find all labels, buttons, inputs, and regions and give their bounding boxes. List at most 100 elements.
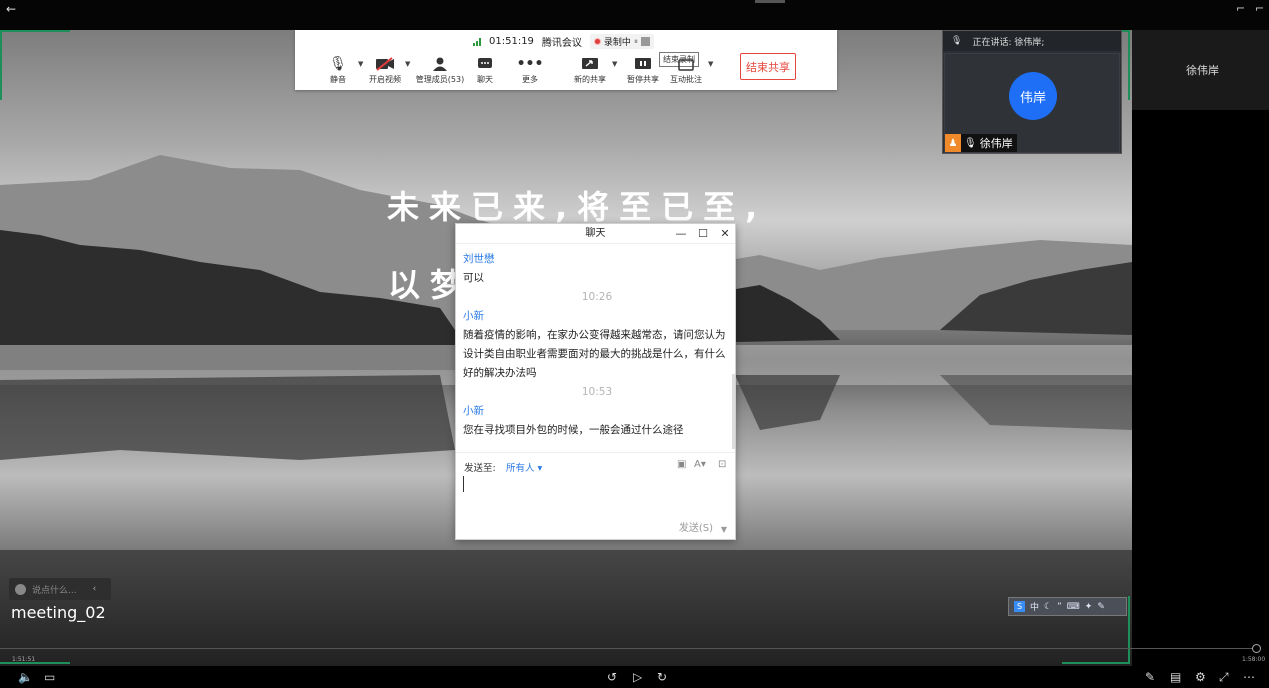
close-icon[interactable]: ✕ [715,224,735,244]
speaker-panel: 🎙 正在讲话: 徐伟岸; 伟岸 ♟ 🎙 徐伟岸 [942,30,1122,154]
current-time: 1:51:51 [12,656,36,663]
forward-icon[interactable]: ↻ [657,670,667,684]
speaking-label: 正在讲话: 徐伟岸; [972,37,1045,48]
microphone-icon: 🎙 [964,137,977,149]
start-video-button[interactable]: 开启视频 [359,54,411,85]
meeting-status: 01:51:19 腾讯会议 录制中 ⏸ [473,34,654,49]
message-time: 10:26 [581,291,613,303]
screenshot-icon[interactable]: ⊡ [718,459,726,470]
message-text: 可以 [463,272,484,284]
total-time: 1:58:00 [1242,656,1266,663]
end-share-button[interactable]: 结束共享 [740,53,796,80]
host-icon: ♟ [945,134,961,152]
pen-icon[interactable]: ✎ [1145,670,1155,684]
mute-button[interactable]: 🎙 静音 [312,54,364,85]
more-icon[interactable]: ⋯ [1243,670,1255,684]
settings-icon[interactable]: ⚙ [1195,670,1206,684]
ime-chinese-icon[interactable]: 中 [1030,600,1039,613]
progress-knob[interactable] [1252,644,1261,653]
ime-punct-icon[interactable]: ” [1057,602,1062,612]
message-sender: 刘世懋 [463,253,495,265]
minimize-icon[interactable]: — [671,224,691,244]
video-off-icon [359,54,411,74]
reaction-placeholder: 说点什么... [32,585,77,596]
pause-recording-icon[interactable]: ⏸ [634,37,638,47]
reaction-input[interactable]: 说点什么... ‹ [9,578,111,600]
message-sender: 小新 [463,405,484,417]
image-icon[interactable]: ▣ [677,459,686,470]
chat-message-list: 刘世懋 可以 10:26 小新 随着疫情的影响，在家办公变得越来越常态，请问您认… [463,250,731,440]
ime-logo-icon[interactable]: S [1014,601,1025,612]
share-frame-corner [0,30,70,32]
share-frame-corner [1062,662,1130,664]
text-caret [463,476,464,492]
play-icon[interactable]: ▷ [633,670,642,684]
drag-handle[interactable] [755,0,785,3]
ime-toolbar[interactable]: S 中 ☾ ” ⌨ ✦ ✎ [1008,597,1127,616]
chat-title: 聊天 [585,228,606,239]
share-icon [564,54,616,74]
video-player: ← ⌐ ⌐ 未来已来,将至已至, 以梦 01:51:19 腾讯会议 录制中 ⏸ … [0,0,1269,688]
recording-indicator: 录制中 ⏸ [589,34,654,49]
microphone-icon: 🎙 [951,36,963,46]
chat-window: 聊天 — ☐ ✕ 刘世懋 可以 10:26 小新 随着疫情的影响，在家办公变得越… [455,223,736,540]
ime-skin-icon[interactable]: ✦ [1085,602,1093,612]
subtitle-icon[interactable]: ▤ [1170,670,1181,684]
chevron-down-icon[interactable]: ▼ [708,60,713,68]
close-window-icon[interactable]: ⌐ [1255,2,1264,15]
send-to-select[interactable]: 所有人 ▾ [506,460,542,474]
message-time: 10:53 [581,386,613,398]
message-text: 随着疫情的影响，在家办公变得越来越常态，请问您认为设计类自由职业者需要面对的最大… [463,329,726,379]
ime-keyboard-icon[interactable]: ⌨ [1067,602,1080,612]
meeting-name: meeting_02 [11,603,106,622]
screen-icon[interactable]: ▭ [44,670,55,684]
participant-tile[interactable]: 徐伟岸 [1132,30,1269,110]
volume-icon[interactable]: 🔈 [18,670,33,684]
chevron-down-icon[interactable]: ▼ [721,525,727,534]
send-button[interactable]: 发送(S) [679,519,713,534]
avatar: 伟岸 [1009,72,1057,120]
share-frame-corner [1128,30,1130,100]
record-dot-icon [593,38,601,45]
minimize-icon[interactable]: ⌐ [1236,2,1245,15]
new-share-button[interactable]: 新的共享 [564,54,616,85]
participant-name: 徐伟岸 [1186,64,1219,77]
speaker-name-bar: ♟ 🎙 徐伟岸 [945,134,1017,152]
chevron-left-icon[interactable]: ‹ [93,584,97,594]
chat-title-bar[interactable]: 聊天 — ☐ ✕ [456,224,735,244]
speaker-name: 徐伟岸 [979,137,1013,150]
share-frame-corner [1128,596,1130,664]
chat-input[interactable] [463,476,728,516]
more-button[interactable]: ••• 更多 [504,54,556,85]
send-to-label: 发送至: [464,463,496,474]
chevron-down-icon[interactable]: ▼ [405,60,410,68]
font-icon[interactable]: A▾ [694,459,706,470]
speaker-video-tile[interactable]: 伟岸 ♟ 🎙 徐伟岸 [944,53,1120,153]
slogan-line-1: 未来已来,将至已至, [387,188,768,226]
player-top-bar: ← ⌐ ⌐ [0,0,1269,30]
speaking-header: 🎙 正在讲话: 徐伟岸; [943,31,1121,51]
annotate-icon [660,54,712,74]
send-to-bar: 发送至: 所有人 ▾ ▣ A▾ ⊡ [456,452,735,476]
emoji-icon[interactable] [15,583,26,595]
chat-scrollbar[interactable] [732,374,735,449]
back-arrow-icon[interactable]: ← [6,2,16,16]
ime-tool-icon[interactable]: ✎ [1097,602,1105,612]
share-frame-corner [0,30,2,100]
meeting-toolbar: 01:51:19 腾讯会议 录制中 ⏸ 结束录制 🎙 静音 ▼ 开启视频 ▼ 管… [295,30,837,90]
more-icon: ••• [516,56,544,72]
microphone-icon: 🎙 [329,56,347,72]
ime-moon-icon[interactable]: ☾ [1044,602,1052,612]
message-text: 您在寻找项目外包的时候，一般会通过什么途径 [463,424,684,436]
rewind-icon[interactable]: ↺ [607,670,617,684]
stop-recording-icon[interactable] [640,37,650,46]
meeting-time: 01:51:19 [489,36,534,47]
fullscreen-icon[interactable]: ⤢ [1219,670,1229,685]
app-name: 腾讯会议 [541,38,582,49]
maximize-icon[interactable]: ☐ [693,224,713,244]
recording-label: 录制中 [603,38,631,48]
progress-bar[interactable] [0,648,1258,649]
message-sender: 小新 [463,310,484,322]
annotate-button[interactable]: 互动批注 [660,54,712,85]
signal-icon [473,37,481,46]
